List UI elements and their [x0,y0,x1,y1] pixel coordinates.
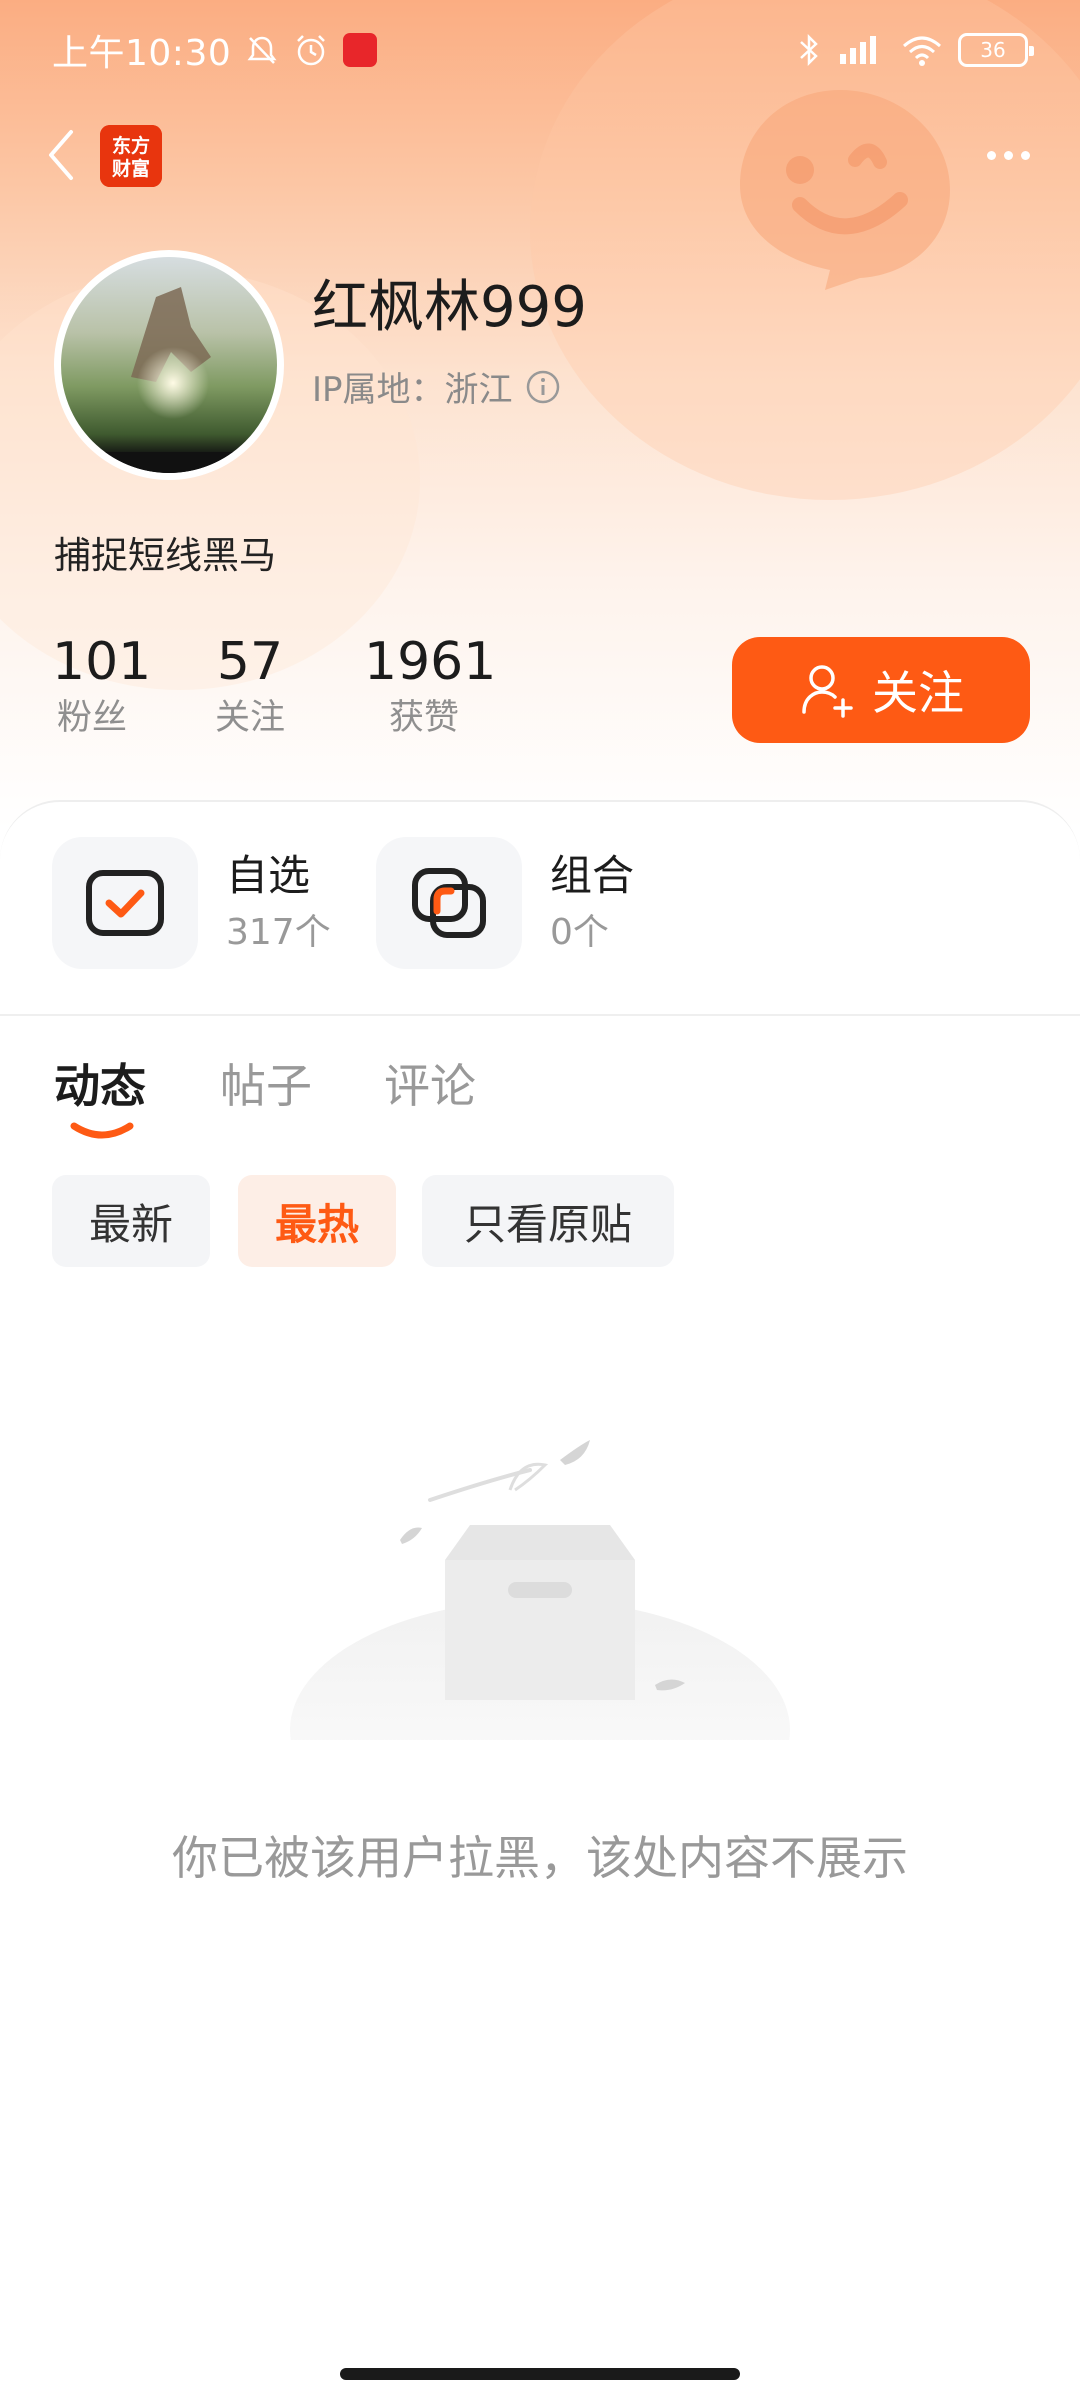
brand-logo: 东方 财富 [100,125,162,187]
portfolio-title: 组合 [550,851,635,900]
home-indicator[interactable] [340,2368,740,2380]
status-left: 上午10:30 [52,24,378,76]
stat-following[interactable]: 57 关注 [210,630,290,742]
filter-latest[interactable]: 最新 [52,1175,210,1267]
battery-level: 36 [980,38,1006,62]
wifi-icon [903,36,941,66]
stat-value: 57 [216,632,284,692]
more-dot-icon [986,150,996,160]
stat-likes[interactable]: 1961 获赞 [364,630,497,742]
portfolio-icon [412,868,486,938]
watchlist-title: 自选 [226,851,311,900]
quick-link-portfolio[interactable]: 组合 0个 [376,837,634,969]
stat-followers[interactable]: 101 粉丝 [52,630,152,742]
quick-link-watchlist[interactable]: 自选 317个 [52,837,331,969]
watchlist-icon-box [52,837,198,969]
filter-hottest[interactable]: 最热 [238,1175,396,1267]
stat-label: 获赞 [388,698,459,738]
more-dot-icon [1020,150,1030,160]
svg-text:东方: 东方 [112,134,150,157]
bio: 捕捉短线黑马 [54,534,276,577]
svg-text:财富: 财富 [112,157,150,180]
tab-posts[interactable]: 帖子 [220,1050,312,1116]
bluetooth-icon [800,33,818,67]
alarm-icon [297,35,326,66]
watchlist-check-icon [86,870,164,936]
more-options-button[interactable] [968,120,1048,190]
signal-icon [840,36,876,64]
chevron-left-icon [49,130,73,180]
bell-muted-icon [247,36,277,64]
quick-links-card: 自选 317个 组合 0个 [0,800,1080,1020]
empty-box-illustration [290,1440,790,1740]
follow-label: 关注 [872,666,964,720]
stat-value: 1961 [364,632,497,692]
status-right: 36 [796,32,1034,68]
ip-location-row: IP属地：浙江 [312,362,561,411]
app-notification-icon [343,33,378,67]
watchlist-count: 317个 [226,912,331,953]
active-tab-indicator [70,1122,134,1139]
divider [0,1014,1080,1016]
username: 红枫林999 [312,275,587,340]
eastmoney-logo-icon: 东方 财富 [100,125,162,187]
status-time: 上午10:30 [52,33,232,74]
tab-activity[interactable]: 动态 [54,1050,146,1116]
portfolio-icon-box [376,837,522,969]
more-dot-icon [1003,150,1013,160]
follow-button[interactable]: 关注 [732,637,1030,743]
info-icon[interactable] [525,369,561,405]
avatar-image [61,287,277,473]
filter-original-only[interactable]: 只看原贴 [422,1175,674,1267]
status-bar: 上午10:30 36 [0,0,1080,100]
empty-state-message: 你已被该用户拉黑，该处内容不展示 [172,1831,908,1885]
battery-indicator: 36 [958,33,1034,67]
back-button[interactable] [36,120,86,190]
portfolio-text: 组合 0个 [550,846,634,960]
stat-label: 关注 [214,698,285,738]
stat-label: 粉丝 [56,698,127,738]
avatar[interactable] [54,250,284,480]
watchlist-text: 自选 317个 [226,846,331,960]
portfolio-count: 0个 [550,912,609,953]
tab-comments[interactable]: 评论 [384,1050,476,1116]
ip-location: IP属地：浙江 [312,370,513,410]
decorative-face-icon [740,90,950,290]
stat-value: 101 [52,632,152,692]
add-user-icon [802,665,853,718]
